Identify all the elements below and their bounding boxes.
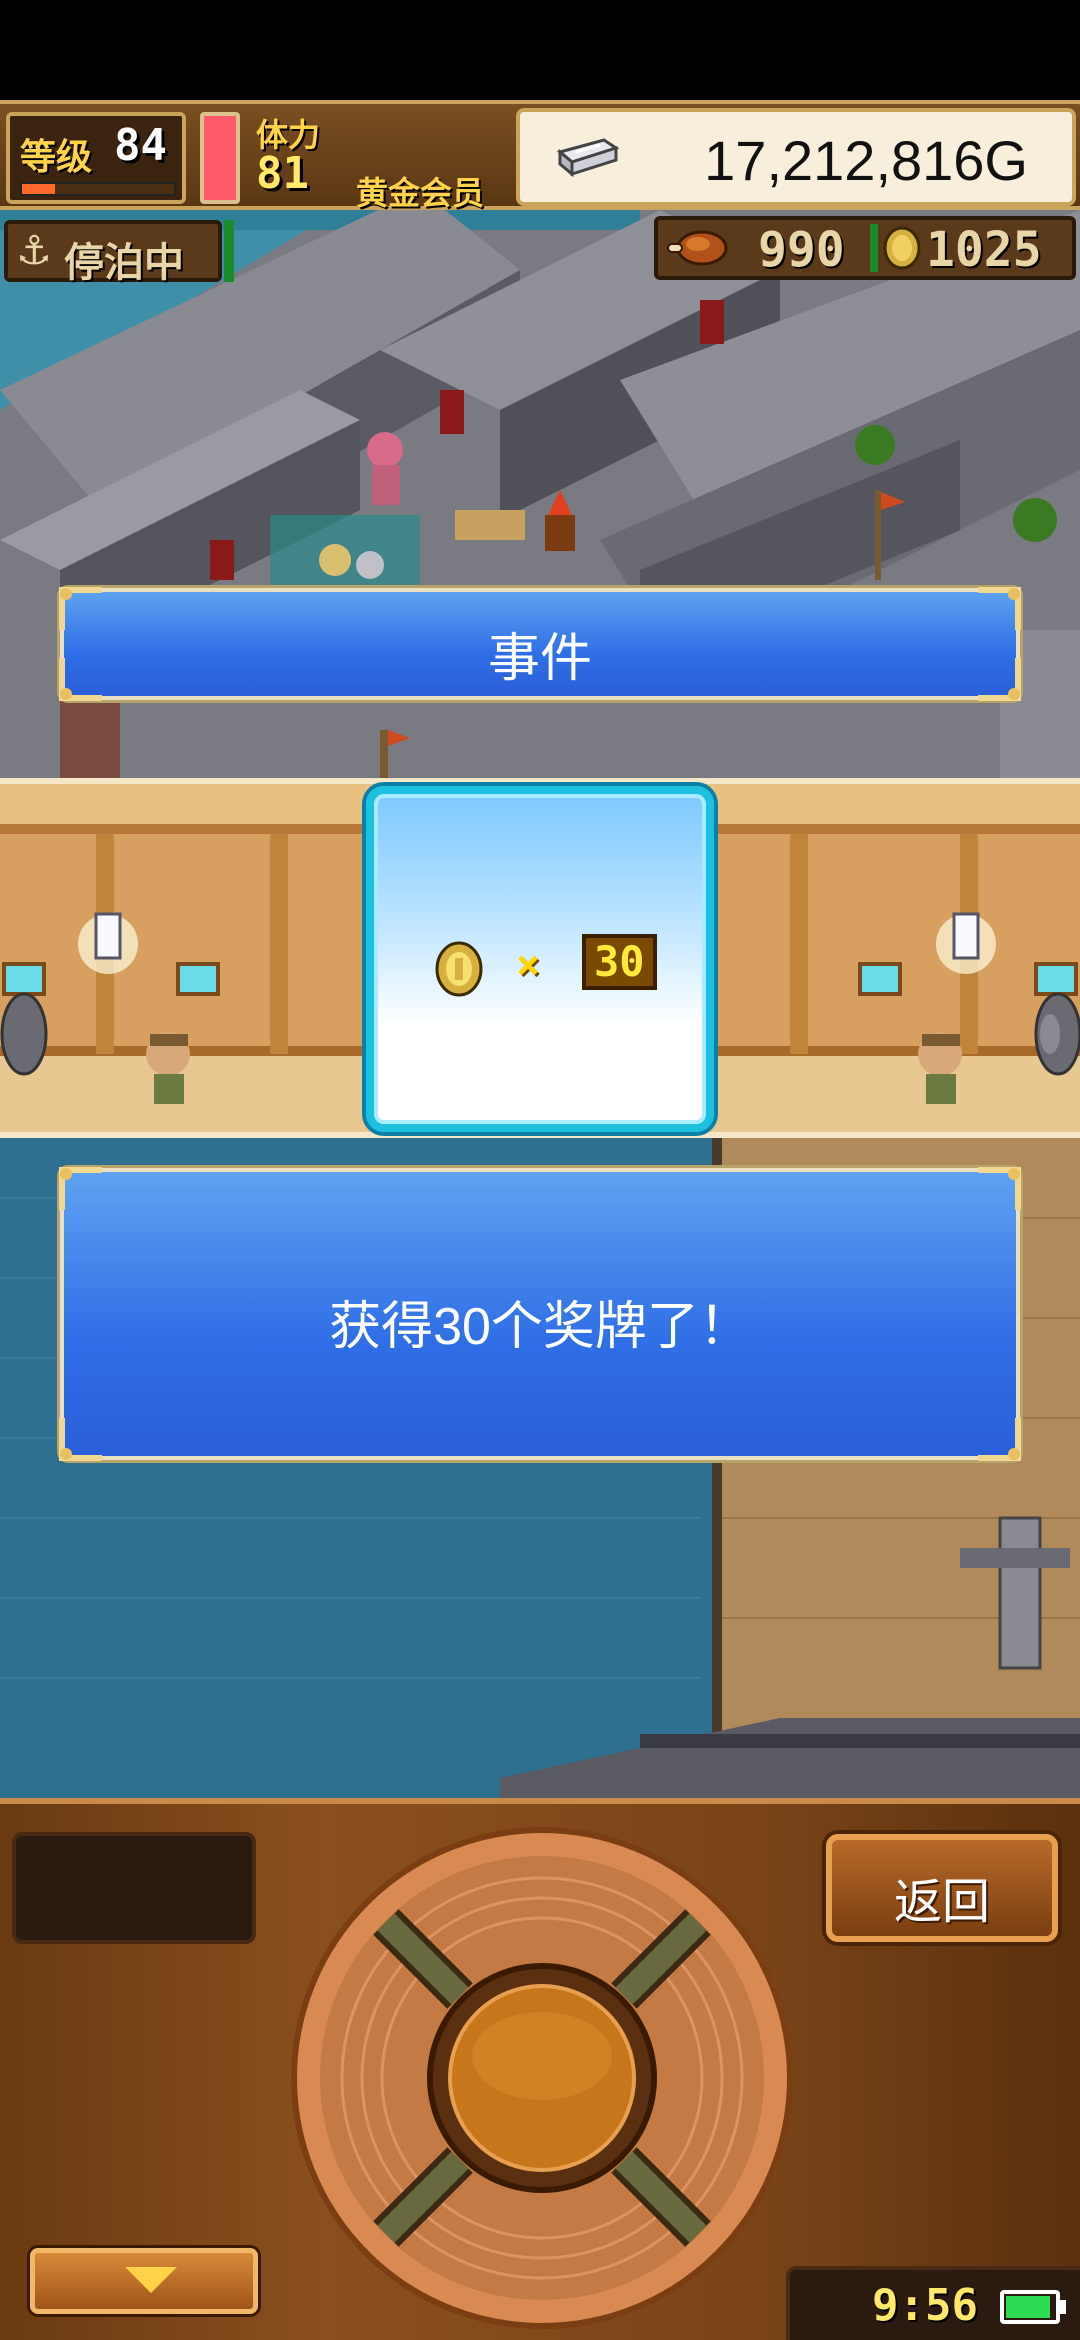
dock-status-label: 停泊中 <box>64 240 184 286</box>
gold-amount: 17,212,816G <box>704 129 1028 192</box>
message-dialog[interactable]: 获得30个奖牌了！ <box>59 1167 1021 1461</box>
battery-level-fill <box>1006 2296 1051 2318</box>
menu-down-button[interactable] <box>30 2248 258 2314</box>
roast-meat-icon <box>667 230 728 266</box>
battery-tip <box>1060 2300 1066 2314</box>
event-title-banner: 事件 <box>59 587 1021 701</box>
direction-pad[interactable] <box>290 1826 794 2330</box>
medal-amount: 1025 <box>926 222 1042 278</box>
hud-bar: 等级 84 体力 81 黄金会员 17,212,816G <box>0 100 1080 212</box>
dock-status-indicator <box>224 220 234 282</box>
food-amount: 990 <box>758 222 845 278</box>
resource-panel: 990 1025 <box>654 216 1076 280</box>
stamina-gauge-fill <box>204 116 236 200</box>
dock-status-badge: ⚓ 停泊中 <box>4 220 222 286</box>
reward-multiplier: × <box>516 942 541 988</box>
reward-card: × 30 <box>366 786 714 1132</box>
clock-panel: 9:56 <box>786 2266 1080 2340</box>
status-bar <box>0 0 1080 100</box>
ornament-corner-icon <box>59 1167 102 1210</box>
ornament-corner-icon <box>59 1418 102 1461</box>
membership-label: 黄金会员 <box>356 174 485 212</box>
controller-panel: 返回 9:56 <box>0 1798 1080 2340</box>
ornament-corner-icon <box>978 1167 1021 1210</box>
info-screen <box>12 1832 256 1944</box>
level-label: 等级 <box>20 137 93 178</box>
battery-icon <box>1000 2290 1060 2324</box>
resource-divider <box>870 224 878 272</box>
level-progress-bar <box>20 182 176 196</box>
event-title: 事件 <box>487 630 592 688</box>
anchor-icon: ⚓ <box>16 228 52 274</box>
gold-panel: 17,212,816G <box>516 108 1076 206</box>
back-button[interactable]: 返回 <box>826 1834 1058 1942</box>
stamina-gauge <box>200 112 240 204</box>
medal-coin-icon <box>883 226 921 270</box>
clock-time: 9:56 <box>872 2280 978 2331</box>
level-progress-fill <box>22 184 56 194</box>
reward-quantity: 30 <box>582 934 657 990</box>
level-value: 84 <box>114 120 167 171</box>
down-arrow-icon <box>125 2267 177 2293</box>
message-text: 获得30个奖牌了！ <box>329 1298 751 1356</box>
stamina-value: 81 <box>256 148 309 199</box>
medal-coin-icon <box>435 941 483 997</box>
back-button-label: 返回 <box>893 1876 990 1929</box>
ornament-corner-icon <box>978 1418 1021 1461</box>
level-box: 等级 84 <box>6 112 186 204</box>
silver-ingot-icon <box>556 138 620 178</box>
